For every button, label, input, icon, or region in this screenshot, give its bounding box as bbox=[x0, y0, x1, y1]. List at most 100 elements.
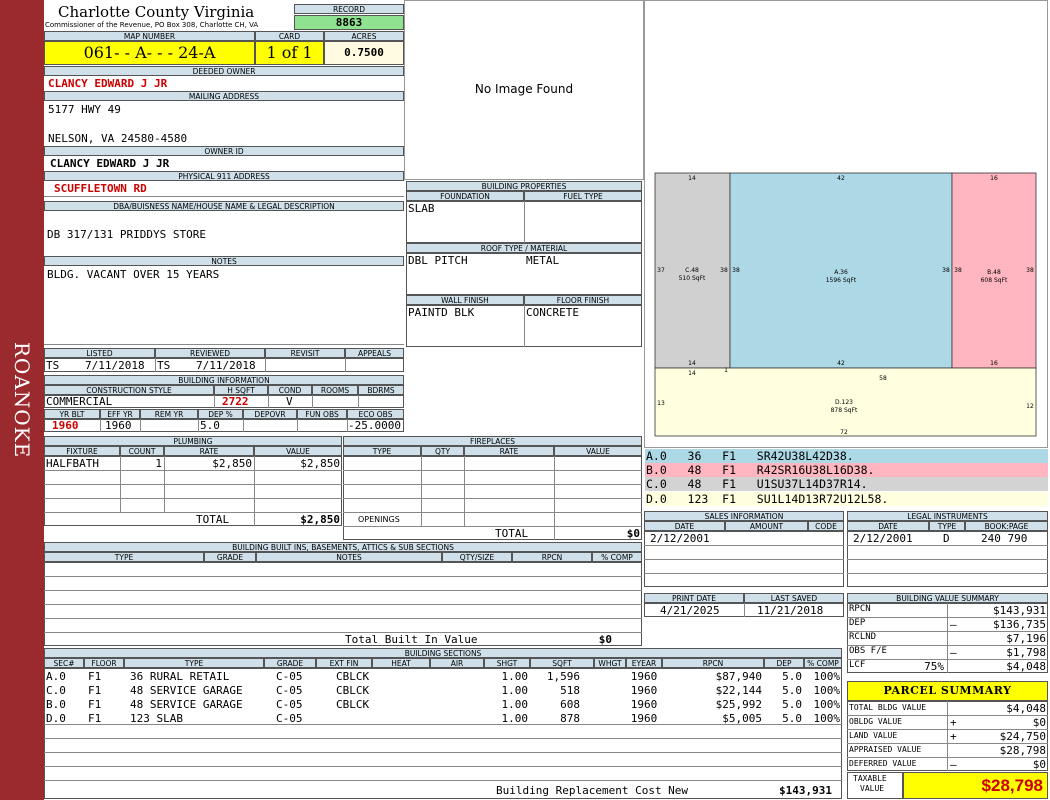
section-cell-grade: C-05 bbox=[276, 698, 303, 711]
vs-obs-label: OBS F/E bbox=[849, 646, 887, 656]
section-cell-dep: 5.0 bbox=[782, 670, 802, 683]
plumbing-total-label: TOTAL bbox=[196, 513, 230, 526]
builtins-col-comp: % COMP bbox=[592, 552, 642, 562]
fireplaces-label: FIREPLACES bbox=[343, 436, 642, 446]
map-number: 061- - A- - - 24-A bbox=[44, 41, 255, 65]
svg-text:16: 16 bbox=[990, 175, 998, 182]
section-cell-rpcn: $87,940 bbox=[715, 670, 762, 683]
vs-rpcn: $143,931 bbox=[993, 604, 1046, 617]
builtins-col-type: TYPE bbox=[44, 552, 204, 562]
ps-appraised: $28,798 bbox=[999, 744, 1046, 757]
area-b-id: B.48 bbox=[987, 269, 1001, 276]
listed-label: LISTED bbox=[44, 348, 155, 358]
builtins-col-grade: GRADE bbox=[204, 552, 256, 562]
bdrms-label: BDRMS bbox=[358, 385, 404, 395]
svg-text:38: 38 bbox=[954, 267, 962, 274]
vs-dep: $136,735 bbox=[993, 618, 1046, 631]
vector-row: C.0 48 F1 U1SU37L14D37R14. bbox=[645, 477, 1048, 491]
print-date: 4/21/2025 bbox=[660, 604, 720, 617]
builtins-col-qty: QTY/SIZE bbox=[442, 552, 512, 562]
dep-pct: 5.0 bbox=[200, 419, 220, 432]
floor-finish-label: FLOOR FINISH bbox=[524, 295, 642, 305]
section-cell-shgt: 1.00 bbox=[501, 684, 529, 697]
section-cell-dep: 5.0 bbox=[782, 698, 802, 711]
sec-col-air: AIR bbox=[430, 658, 484, 668]
vector-row: B.0 48 F1 R42SR16U38L16D38. bbox=[645, 463, 1048, 477]
section-cell-grade: C-05 bbox=[276, 684, 303, 697]
eco-obs: -25.0000 bbox=[348, 419, 401, 432]
acres-value: 0.7500 bbox=[324, 41, 404, 65]
foundation-value: SLAB bbox=[408, 202, 435, 215]
section-cell-eyear: 1960 bbox=[630, 684, 658, 697]
section-cell-type: 123 SLAB bbox=[130, 712, 183, 725]
dep-pct-label: DEP % bbox=[198, 409, 243, 419]
svg-text:13: 13 bbox=[657, 400, 665, 407]
floor-finish: CONCRETE bbox=[526, 306, 579, 319]
ps-total-bldg-label: TOTAL BLDG VALUE bbox=[849, 703, 927, 712]
vs-dep-label: DEP bbox=[849, 618, 866, 628]
appeals-label: APPEALS bbox=[345, 348, 404, 358]
effective-year: 1960 bbox=[105, 419, 132, 432]
section-cell-shgt: 1.00 bbox=[501, 670, 529, 683]
section-cell-eyear: 1960 bbox=[630, 670, 658, 683]
section-cell-dep: 5.0 bbox=[782, 712, 802, 725]
section-cell-rpcn: $22,144 bbox=[715, 684, 762, 697]
deeded-owner: CLANCY EDWARD J JR bbox=[48, 77, 168, 90]
sec-col-sqft: SQFT bbox=[530, 658, 594, 668]
section-cell-rpcn: $5,005 bbox=[722, 712, 762, 725]
depovr-label: DEPOVR bbox=[243, 409, 297, 419]
taxable-label-1: TAXABLE bbox=[853, 774, 887, 783]
sec-col-shgt: SHGT bbox=[484, 658, 530, 668]
construction-style: COMMERCIAL bbox=[46, 395, 113, 408]
ecoobs-label: ECO OBS bbox=[347, 409, 404, 419]
sales-col-date: DATE bbox=[644, 521, 725, 531]
legal-col-type: TYPE bbox=[929, 521, 965, 531]
vs-obs: $1,798 bbox=[1006, 646, 1046, 659]
area-a-sqft: 1596 SqFt bbox=[826, 277, 857, 284]
vs-rpcn-label: RPCN bbox=[849, 604, 871, 614]
ps-obldg-label: OBLDG VALUE bbox=[849, 717, 902, 726]
svg-text:37: 37 bbox=[657, 267, 665, 274]
ps-total-bldg: $4,048 bbox=[1006, 702, 1046, 715]
owner-id-label: OWNER ID bbox=[44, 146, 404, 156]
fireplace-total-label: TOTAL bbox=[495, 527, 529, 540]
last-saved-label: LAST SAVED bbox=[744, 593, 844, 603]
section-cell-sec: D.0 bbox=[46, 712, 66, 725]
wall-finish: PAINTD BLK bbox=[408, 306, 475, 319]
sales-col-amount: AMOUNT bbox=[725, 521, 808, 531]
sec-col-type: TYPE bbox=[124, 658, 264, 668]
remyr-label: REM YR bbox=[140, 409, 198, 419]
hsqft-label: H SQFT bbox=[214, 385, 268, 395]
svg-text:14: 14 bbox=[688, 175, 696, 182]
mailing-address-line1: 5177 HWY 49 bbox=[48, 103, 121, 116]
building-sketch: C.48 510 SqFt A.36 1596 SqFt B.48 608 Sq… bbox=[654, 172, 1037, 437]
ps-appraised-label: APPRAISED VALUE bbox=[849, 745, 922, 754]
plumbing-col-fixture: FIXTURE bbox=[44, 446, 120, 456]
section-cell-grade: C-05 bbox=[276, 712, 303, 725]
section-cell-sec: B.0 bbox=[46, 698, 66, 711]
notes-text: BLDG. VACANT OVER 15 YEARS bbox=[47, 268, 220, 281]
sec-col-extfin: EXT FIN bbox=[316, 658, 372, 668]
section-cell-shgt: 1.00 bbox=[501, 712, 529, 725]
vs-lcf: $4,048 bbox=[1006, 660, 1046, 673]
section-cell-comp: 100% bbox=[813, 670, 841, 683]
reviewed-by: TS bbox=[157, 359, 171, 372]
legal-instruments-label: LEGAL INSTRUMENTS bbox=[847, 511, 1048, 521]
ps-land-label: LAND VALUE bbox=[849, 731, 898, 740]
svg-text:14: 14 bbox=[688, 360, 696, 367]
legal-col-bookpage: BOOK:PAGE bbox=[965, 521, 1048, 531]
deeded-owner-label: DEEDED OWNER bbox=[44, 66, 404, 76]
plumbing-fixture: HALFBATH bbox=[46, 457, 99, 470]
roof-type: DBL PITCH bbox=[408, 254, 468, 267]
record-number: 8863 bbox=[294, 15, 404, 30]
owner-id: CLANCY EDWARD J JR bbox=[50, 157, 170, 170]
svg-text:42: 42 bbox=[837, 360, 845, 367]
ps-deferred: $0 bbox=[1032, 758, 1046, 771]
vs-lcf-label: LCF bbox=[849, 660, 866, 670]
parcel-summary-label: PARCEL SUMMARY bbox=[847, 681, 1048, 701]
plumbing-col-count: COUNT bbox=[120, 446, 164, 456]
mailing-address-label: MAILING ADDRESS bbox=[44, 91, 404, 101]
legal-type: D bbox=[943, 532, 950, 545]
section-cell-ext: CBLCK bbox=[336, 684, 370, 697]
section-cell-grade: C-05 bbox=[276, 670, 303, 683]
